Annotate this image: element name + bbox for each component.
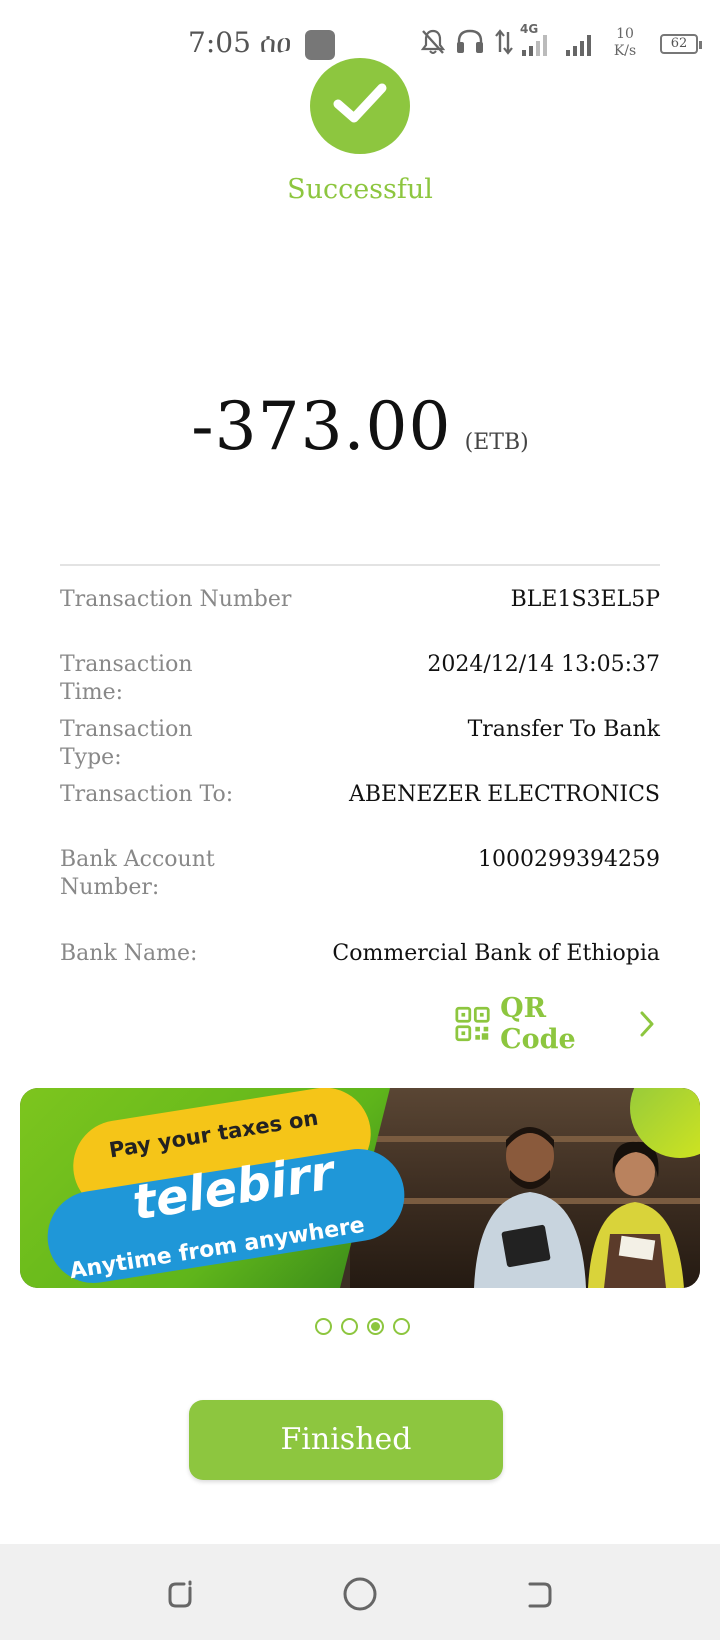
network-speed: 10 K/s (608, 26, 642, 60)
network-speed-value: 10 (616, 26, 634, 42)
detail-value: BLE1S3EL5P (510, 587, 660, 612)
amount-value: -373.00 (191, 388, 452, 465)
notification-app-icon (305, 30, 335, 60)
pager-dot[interactable] (340, 1318, 358, 1335)
promo-banner[interactable]: Pay your taxes on telebirr Anytime from … (20, 1088, 700, 1288)
pager-dot-active[interactable] (366, 1318, 384, 1335)
detail-label: Transaction To: (60, 782, 234, 807)
signal-4g-icon: 4G (518, 22, 554, 60)
detail-label: Bank Name: (60, 941, 198, 966)
pager-dot[interactable] (392, 1318, 410, 1335)
network-speed-unit: K/s (613, 43, 637, 59)
qr-code-button[interactable]: QR Code (455, 993, 655, 1055)
signal-icon (566, 35, 591, 56)
finished-button[interactable]: Finished (189, 1400, 503, 1480)
headset-icon (457, 29, 483, 53)
detail-value: Commercial Bank of Ethiopia (332, 941, 660, 966)
muted-bell-icon (420, 29, 446, 54)
chevron-right-icon (639, 1010, 655, 1038)
battery-level: 62 (670, 36, 688, 51)
success-checkmark-icon (310, 58, 410, 154)
banner-person-man (474, 1127, 586, 1288)
battery-icon: 62 (660, 34, 702, 54)
detail-label: Transaction Type: (60, 717, 193, 770)
status-time: 7:05 ሰዐ (188, 26, 292, 59)
detail-label: Transaction Time: (60, 652, 193, 705)
banner-pager (0, 1318, 720, 1336)
amount: -373.00 (ETB) (0, 388, 720, 465)
detail-value: Transfer To Bank (467, 717, 660, 742)
detail-value: 2024/12/14 13:05:37 (427, 652, 660, 677)
home-icon[interactable] (340, 1574, 380, 1614)
pager-dot[interactable] (314, 1318, 332, 1335)
detail-value: 1000299394259 (478, 847, 660, 872)
qr-code-icon (455, 1006, 490, 1042)
navigation-bar (0, 1544, 720, 1640)
amount-currency: (ETB) (464, 430, 529, 455)
qr-code-label: QR Code (500, 993, 576, 1055)
status-label: Successful (287, 174, 433, 205)
detail-value: ABENEZER ELECTRONICS (348, 782, 660, 807)
detail-label: Bank Account Number: (60, 847, 215, 900)
status-icons: 4G 10 K/s 62 (420, 22, 720, 64)
data-transfer-icon (495, 29, 513, 55)
back-icon[interactable] (520, 1574, 560, 1614)
divider (60, 564, 660, 566)
recents-icon[interactable] (160, 1574, 200, 1614)
